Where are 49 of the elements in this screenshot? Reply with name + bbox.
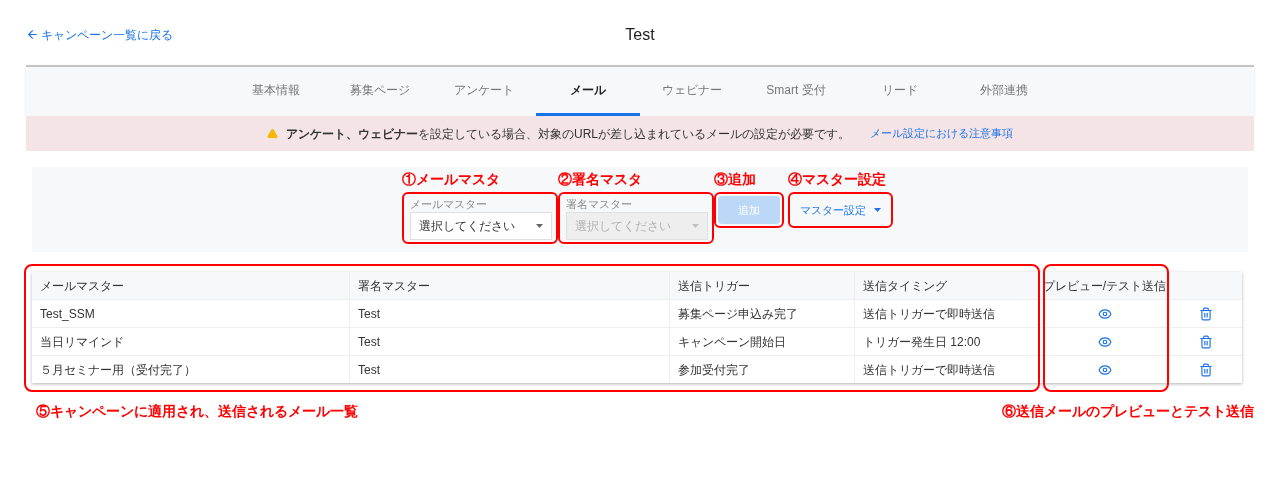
notes-link[interactable]: メール設定における注意事項 <box>870 125 1013 142</box>
annotation-label: ②署名マスタ <box>558 170 643 189</box>
preview-icon[interactable] <box>1097 362 1112 377</box>
column-header: 送信トリガー <box>670 272 855 299</box>
table-cell: ５月セミナー用（受付完了） <box>32 356 350 383</box>
table-cell: Test_SSM <box>32 300 350 327</box>
table-cell: 送信トリガーで即時送信 <box>855 356 1040 383</box>
tab[interactable]: リード <box>848 67 952 116</box>
page-title: Test <box>625 24 655 45</box>
delete-icon[interactable] <box>1199 362 1213 377</box>
table-cell: 当日リマインド <box>32 328 350 355</box>
column-header: 署名マスター <box>350 272 670 299</box>
table-cell: Test <box>350 300 670 327</box>
tab[interactable]: 基本情報 <box>224 67 328 116</box>
column-header: プレビュー/テスト送信 <box>1040 272 1170 299</box>
preview-icon[interactable] <box>1097 334 1112 349</box>
tab[interactable]: ウェビナー <box>640 67 744 116</box>
warning-icon <box>267 128 278 139</box>
annotation-label: ⑤キャンペーンに適用され、送信されるメール一覧 <box>36 402 358 421</box>
table-cell: Test <box>350 356 670 383</box>
annotation-label: ⑥送信メールのプレビューとテスト送信 <box>1002 402 1254 421</box>
tab[interactable]: 外部連携 <box>952 67 1056 116</box>
caret-icon <box>692 224 699 228</box>
table-cell: 参加受付完了 <box>670 356 855 383</box>
select-field[interactable]: 選択してください <box>410 212 552 240</box>
tab[interactable]: アンケート <box>432 67 536 116</box>
delete-icon[interactable] <box>1199 306 1213 321</box>
preview-icon[interactable] <box>1097 306 1112 321</box>
warning-message: アンケート、ウェビナーを設定している場合、対象のURLが差し込まれているメールの設定が必要です。 <box>286 125 850 143</box>
table-cell: 募集ページ申込み完了 <box>670 300 855 327</box>
master-settings-button[interactable]: マスター設定 <box>792 196 889 224</box>
caret-icon <box>536 224 543 228</box>
table-cell: キャンペーン開始日 <box>670 328 855 355</box>
field-label: メールマスター <box>409 197 488 212</box>
tab[interactable]: 募集ページ <box>328 67 432 116</box>
annotation-label: ④マスター設定 <box>788 170 887 189</box>
back-link[interactable]: キャンペーン一覧に戻る <box>26 25 173 44</box>
field-label: 署名マスター <box>565 197 633 212</box>
table-cell: 送信トリガーで即時送信 <box>855 300 1040 327</box>
table-cell: Test <box>350 328 670 355</box>
caret-icon <box>874 208 881 212</box>
tab[interactable]: Smart 受付 <box>744 67 848 116</box>
column-header: 送信タイミング <box>855 272 1040 299</box>
back-arrow-icon <box>26 28 39 41</box>
table-cell: トリガー発生日 12:00 <box>855 328 1040 355</box>
annotation-label: ③追加 <box>714 170 757 189</box>
delete-icon[interactable] <box>1199 334 1213 349</box>
annotation-label: ①メールマスタ <box>402 170 501 189</box>
column-header: メールマスター <box>32 272 350 299</box>
